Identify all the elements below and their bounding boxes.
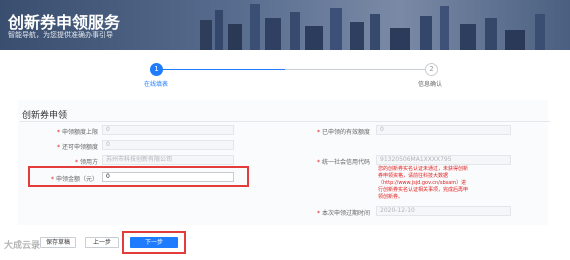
- required-star: *: [56, 144, 60, 151]
- applicant-field: 苏州市科技创新有限公司: [102, 155, 234, 165]
- required-star: *: [74, 159, 78, 166]
- applicant-label-text: 领用方: [79, 159, 98, 166]
- remaining-field: 0: [102, 140, 234, 150]
- form-title: 创新券申领: [22, 111, 68, 121]
- step-2-label: 信息确认: [418, 81, 443, 88]
- valid-amount-label: * 已申领的有效额度: [290, 127, 370, 136]
- step-line-todo: [285, 69, 430, 70]
- valid-amount-field: 0: [376, 125, 511, 135]
- required-star: *: [316, 210, 320, 217]
- banner-subtitle: 智能导航，为您提供准确办事引导: [8, 31, 113, 39]
- limit-label-text: 申领额度上限: [61, 129, 98, 136]
- required-star: *: [316, 159, 320, 166]
- expire-label-text: 本次申领过期时间: [321, 210, 370, 217]
- required-star: *: [316, 129, 320, 136]
- remaining-label-text: 还可申领额度: [61, 144, 98, 151]
- credit-code-label: * 统一社会信用代码: [290, 157, 370, 166]
- save-draft-button[interactable]: 保存草稿: [40, 237, 76, 248]
- expire-label: * 本次申领过期时间: [290, 208, 370, 217]
- remaining-label: * 还可申领额度: [30, 142, 98, 151]
- limit-label: * 申领额度上限: [30, 127, 98, 136]
- credit-code-label-text: 统一社会信用代码: [321, 159, 370, 166]
- step-1-indicator: 1: [150, 63, 163, 76]
- valid-amount-label-text: 已申领的有效额度: [321, 129, 370, 136]
- next-button-highlight-box: [122, 231, 186, 254]
- credit-code-field: 91320506MA1XXXX795: [376, 155, 511, 165]
- required-star: *: [56, 129, 60, 136]
- watermark-text: 大成云录: [4, 241, 41, 251]
- amount-highlight-box: [28, 166, 249, 187]
- step-progress: 1 2 在线填表 信息确认: [0, 56, 570, 88]
- limit-field: 0: [102, 125, 234, 135]
- page-banner: 创新券申领服务 智能导航，为您提供准确办事引导: [0, 0, 570, 50]
- previous-step-button[interactable]: 上一步: [85, 237, 119, 248]
- expire-field: 2020-12-10: [376, 206, 511, 216]
- auth-warning-text: 您的创新券实名认证未通过，未获得创新券申领资格，请前往科技大数据（http://…: [378, 166, 469, 200]
- form-divider: [20, 121, 550, 122]
- step-1-label: 在线填表: [144, 81, 169, 88]
- applicant-label: * 领用方: [30, 157, 98, 166]
- step-line-done: [150, 69, 285, 70]
- step-2-indicator: 2: [425, 63, 438, 76]
